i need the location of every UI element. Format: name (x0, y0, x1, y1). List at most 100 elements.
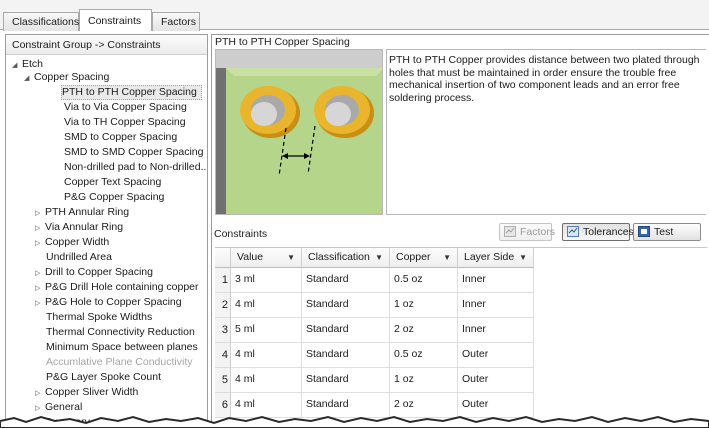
tree-header: Constraint Group -> Constraints (6, 35, 207, 55)
expand-icon[interactable]: ▷ (35, 206, 45, 221)
cell-value[interactable]: 3 ml (231, 268, 302, 293)
tree-node-label: Via to TH Copper Spacing (64, 116, 186, 128)
test-icon (638, 226, 650, 237)
tree-node[interactable]: P&G Layer Spoke Count (46, 370, 161, 385)
dropdown-arrow-icon[interactable]: ▼ (287, 248, 295, 267)
tree-node[interactable]: Non-drilled pad to Non-drilled... (64, 160, 208, 175)
tolerances-button[interactable]: Tolerances (562, 223, 634, 241)
tree-node[interactable]: P&G Copper Spacing (64, 190, 164, 205)
tree-node[interactable]: SMD to Copper Spacing (64, 130, 177, 145)
tree-node[interactable]: ▷ P&G Drill Hole containing copper (35, 280, 199, 295)
cell-classification[interactable]: Standard (302, 318, 390, 343)
collapse-icon[interactable]: ◢ (12, 58, 22, 73)
cell-layer-side[interactable]: Outer (458, 368, 534, 393)
tree-node-label: Drill to Copper Spacing (45, 266, 153, 278)
expand-icon[interactable]: ▷ (35, 386, 45, 401)
tree-node-label: Accumlative Plane Conductivity (46, 356, 193, 368)
tree-node[interactable]: Undrilled Area (46, 250, 112, 265)
tree-node[interactable]: ▷ Copper Sliver Width (35, 385, 138, 400)
row-number: 2 (215, 293, 231, 318)
column-header-copper[interactable]: Copper ▼ (390, 248, 458, 268)
tree-node[interactable]: Via to Via Copper Spacing (64, 100, 187, 115)
tree-node-label: Via Annular Ring (45, 221, 124, 233)
tree-node-label: PTH Annular Ring (45, 206, 130, 218)
cell-classification[interactable]: Standard (302, 293, 390, 318)
expand-icon[interactable]: ▷ (35, 281, 45, 296)
tree-node-label: Copper Width (45, 236, 110, 248)
test-button[interactable]: Test (633, 223, 701, 241)
cell-copper[interactable]: 0.5 oz (390, 343, 458, 368)
row-number: 1 (215, 268, 231, 293)
tree-node[interactable]: Via to TH Copper Spacing (64, 115, 186, 130)
factors-icon (504, 226, 516, 237)
factors-button-label: Factors (520, 226, 556, 238)
tree-node-label: PTH to PTH Copper Spacing (62, 86, 197, 98)
tree-node-label: P&G Copper Spacing (64, 191, 165, 203)
column-header-label: Classification (308, 251, 370, 263)
cell-layer-side[interactable]: Inner (458, 268, 534, 293)
tree-node-label: Thermal Spoke Widths (46, 311, 153, 323)
tree-node-label: Undrilled Area (46, 251, 112, 263)
tree-node[interactable]: SMD to SMD Copper Spacing (64, 145, 203, 160)
expand-icon[interactable]: ▷ (35, 221, 45, 236)
grid-corner (215, 248, 231, 268)
tree-node[interactable]: ▷ Drill to Copper Spacing (35, 265, 153, 280)
tab-classifications[interactable]: Classifications (3, 12, 79, 31)
constraint-detail-panel: PTH to PTH Copper Spacing PTH to PTH Cop… (211, 34, 709, 429)
tree-node[interactable]: ▷ PTH Annular Ring (35, 205, 129, 220)
tolerances-icon (567, 226, 579, 237)
tolerances-button-label: Tolerances (583, 226, 634, 238)
dropdown-arrow-icon[interactable]: ▼ (443, 248, 451, 267)
tree-node-label: Thermal Connectivity Reduction (46, 326, 195, 338)
cell-layer-side[interactable]: Inner (458, 318, 534, 343)
collapse-icon[interactable]: ◢ (24, 71, 34, 86)
test-button-label: Test (654, 226, 674, 238)
tree-node[interactable]: ▷ P&G Hole to Copper Spacing (35, 295, 182, 310)
row-number: 4 (215, 343, 231, 368)
cell-copper[interactable]: 1 oz (390, 293, 458, 318)
tree-node-label: Via to Via Copper Spacing (64, 101, 187, 113)
cell-layer-side[interactable]: Inner (458, 293, 534, 318)
tab-factors[interactable]: Factors (152, 12, 200, 31)
dropdown-arrow-icon[interactable]: ▼ (519, 248, 527, 267)
tree-node[interactable]: ◢ Copper Spacing (24, 70, 109, 85)
cell-value[interactable]: 4 ml (231, 293, 302, 318)
tree-node-label: SMD to SMD Copper Spacing (64, 146, 204, 158)
tree-node[interactable]: Copper Text Spacing (64, 175, 161, 190)
tab-strip: Classifications Constraints Factors (0, 0, 709, 31)
column-header-label: Copper (396, 251, 431, 263)
dropdown-arrow-icon[interactable]: ▼ (375, 248, 383, 267)
constraint-tree-panel: Constraint Group -> Constraints ◢ Etch ◢ C… (5, 34, 208, 428)
cell-copper[interactable]: 2 oz (390, 318, 458, 343)
tree-node-label: Minimum Space between planes (46, 341, 198, 353)
tree-node: Accumlative Plane Conductivity (46, 355, 192, 370)
cell-value[interactable]: 4 ml (231, 368, 302, 393)
cell-classification[interactable]: Standard (302, 268, 390, 293)
tree-node[interactable]: ▷ Via Annular Ring (35, 220, 123, 235)
tree-node-label: P&G Hole to Copper Spacing (45, 296, 182, 308)
column-header-value[interactable]: Value ▼ (231, 248, 302, 268)
tree-node-label: Non-drilled pad to Non-drilled... (64, 161, 208, 173)
cell-copper[interactable]: 1 oz (390, 368, 458, 393)
expand-icon[interactable]: ▷ (35, 266, 45, 281)
tree-node[interactable]: PTH to PTH Copper Spacing (61, 85, 202, 100)
column-header-label: Layer Side (464, 251, 515, 263)
cell-value[interactable]: 5 ml (231, 318, 302, 343)
constraints-label: Constraints (214, 228, 268, 240)
tree-node[interactable]: Thermal Connectivity Reduction (46, 325, 195, 340)
cell-value[interactable]: 4 ml (231, 343, 302, 368)
tree-node[interactable]: Minimum Space between planes (46, 340, 198, 355)
constraint-description: PTH to PTH Copper provides distance betw… (386, 49, 706, 215)
cell-layer-side[interactable]: Outer (458, 343, 534, 368)
expand-icon[interactable]: ▷ (35, 236, 45, 251)
tab-constraints[interactable]: Constraints (79, 9, 152, 31)
cell-copper[interactable]: 0.5 oz (390, 268, 458, 293)
column-header-layer-side[interactable]: Layer Side ▼ (458, 248, 534, 268)
expand-icon[interactable]: ▷ (35, 296, 45, 311)
tree-node[interactable]: ▷ Copper Width (35, 235, 109, 250)
cell-classification[interactable]: Standard (302, 343, 390, 368)
column-header-classification[interactable]: Classification ▼ (302, 248, 390, 268)
tree-node-label: Copper Sliver Width (45, 386, 139, 398)
cell-classification[interactable]: Standard (302, 368, 390, 393)
tree-node[interactable]: Thermal Spoke Widths (46, 310, 152, 325)
